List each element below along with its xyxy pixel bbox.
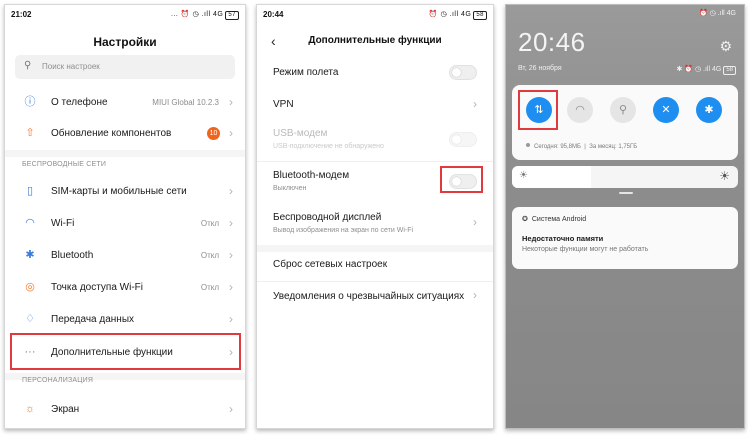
row-emergency-alerts[interactable]: Уведомления о чрезвычайных ситуациях › [257, 285, 493, 311]
status-bar: 21:02 ... ⏰ ◷ .ıll 4G 57 [5, 5, 245, 23]
data-dot-icon [526, 143, 530, 147]
highlight-box [10, 333, 241, 370]
data-transfer-icon: ♢ [25, 313, 35, 325]
status-time: 21:02 [11, 10, 32, 19]
chevron-right-icon: › [473, 215, 477, 229]
status-icons: ⏰ ◷ .ıll 4G [699, 10, 736, 17]
bluetooth-status: Откл [200, 251, 219, 260]
settings-screen: 21:02 ... ⏰ ◷ .ıll 4G 57 Настройки ⚲ Поис… [4, 4, 246, 429]
chevron-right-icon: › [229, 280, 233, 294]
brightness-low-icon: ☀ [519, 170, 528, 181]
data-usage: Сегодня: 95,8МБ | За месяц: 1,75ГБ [526, 143, 637, 150]
status-icons: ... ⏰ ◷ .ıll 4G 57 [171, 10, 239, 20]
chevron-right-icon: › [229, 184, 233, 198]
status-icons: ⏰ ◷ .ıll 4G 58 [429, 10, 487, 20]
status-icons: ✱ ⏰ ◷ .ıll 4G 58 [677, 65, 736, 75]
notification-shade: ⏰ ◷ .ıll 4G 20:46 ⚙ Вт, 26 ноября ✱ ⏰ ◷ … [505, 4, 745, 429]
battery-icon: 58 [473, 11, 487, 20]
section-wireless-heading: БЕСПРОВОДНЫЕ СЕТИ [22, 161, 107, 168]
status-bar: 20:44 ⏰ ◷ .ıll 4G 58 [257, 5, 493, 23]
page-header: ‹ Дополнительные функции [257, 33, 493, 53]
silent-bell-icon[interactable]: ✕ [653, 97, 679, 123]
hotspot-status: Откл [200, 283, 219, 292]
section-personalization-heading: ПЕРСОНАЛИЗАЦИЯ [22, 377, 94, 384]
chevron-right-icon: › [473, 97, 477, 111]
wifi-status: Откл [200, 219, 219, 228]
row-usb-modem: USB-модем USB-подключение не обнаружено [257, 123, 493, 159]
brightness-slider[interactable]: ☀ ☀ [512, 166, 738, 188]
android-icon: ✪ [522, 216, 528, 223]
additional-features-screen: 20:44 ⏰ ◷ .ıll 4G 58 ‹ Дополнительные фун… [256, 4, 494, 429]
settings-item-wifi[interactable]: ◠ Wi-Fi Откл › [5, 208, 245, 240]
row-airplane-mode[interactable]: Режим полета [257, 59, 493, 87]
settings-item-about-phone[interactable]: ⓘ О телефоне MIUI Global 10.2.3 › [5, 87, 245, 119]
bluetooth-icon[interactable]: ✱ [696, 97, 722, 123]
settings-item-component-updates[interactable]: ⇧ Обновление компонентов 10 › [5, 118, 245, 150]
date: Вт, 26 ноября [518, 65, 562, 72]
gear-icon[interactable]: ⚙ [719, 38, 732, 55]
settings-item-bluetooth[interactable]: ✱ Bluetooth Откл › [5, 240, 245, 272]
notification-text: Некоторые функции могут не работать [522, 246, 649, 253]
chevron-right-icon: › [229, 216, 233, 230]
settings-item-data-usage[interactable]: ♢ Передача данных › [5, 304, 245, 336]
chevron-right-icon: › [229, 126, 233, 140]
chevron-right-icon: › [229, 312, 233, 326]
page-title: Настройки [93, 35, 157, 49]
settings-item-hotspot[interactable]: ◎ Точка доступа Wi-Fi Откл › [5, 272, 245, 304]
miui-version: MIUI Global 10.2.3 [152, 98, 219, 107]
settings-item-display[interactable]: ☼ Экран › [5, 394, 245, 426]
clock: 20:46 [518, 27, 586, 57]
row-separator [257, 161, 493, 162]
chevron-right-icon: › [229, 95, 233, 109]
wifi-icon: ◠ [25, 217, 35, 229]
settings-item-sim-cards[interactable]: ▯ SIM-карты и мобильные сети › [5, 176, 245, 208]
row-vpn[interactable]: VPN › [257, 90, 493, 118]
brightness-high-icon: ☀ [719, 169, 730, 183]
notification-app: ✪ Система Android [522, 216, 587, 223]
highlight-box [518, 90, 558, 130]
row-wireless-display[interactable]: Беспроводной дисплей Вывод изображения н… [257, 208, 493, 244]
status-time: 20:44 [263, 10, 284, 19]
update-count-badge: 10 [207, 127, 220, 140]
sim-card-icon: ▯ [26, 185, 34, 197]
section-divider [5, 150, 245, 157]
section-divider [257, 245, 493, 252]
wifi-icon[interactable]: ◠ [567, 97, 593, 123]
highlight-box [440, 166, 483, 193]
flashlight-icon[interactable]: ⚲ [610, 97, 636, 123]
chevron-right-icon: › [473, 288, 477, 302]
chevron-right-icon: › [229, 402, 233, 416]
info-icon: ⓘ [24, 96, 36, 108]
chevron-right-icon: › [229, 248, 233, 262]
row-reset-network[interactable]: Сброс сетевых настроек [257, 253, 493, 279]
battery-icon: 58 [723, 66, 736, 75]
page-title: Дополнительные функции [308, 35, 442, 46]
row-separator [257, 281, 493, 282]
notification-card[interactable]: ✪ Система Android Недостаточно памяти Нек… [512, 207, 738, 269]
brightness-icon: ☼ [24, 403, 36, 415]
search-input[interactable]: ⚲ Поиск настроек [15, 55, 235, 79]
search-placeholder: Поиск настроек [42, 62, 100, 71]
battery-icon: 57 [225, 11, 239, 20]
bluetooth-icon: ✱ [25, 249, 35, 261]
usb-modem-toggle [449, 132, 477, 147]
search-icon: ⚲ [24, 60, 32, 71]
airplane-mode-toggle[interactable] [449, 65, 477, 80]
status-bar: ⏰ ◷ .ıll 4G [506, 5, 744, 21]
update-arrow-icon: ⇧ [25, 127, 35, 139]
drag-handle[interactable] [619, 192, 633, 194]
hotspot-icon: ◎ [25, 281, 35, 293]
notification-title: Недостаточно памяти [522, 234, 604, 243]
